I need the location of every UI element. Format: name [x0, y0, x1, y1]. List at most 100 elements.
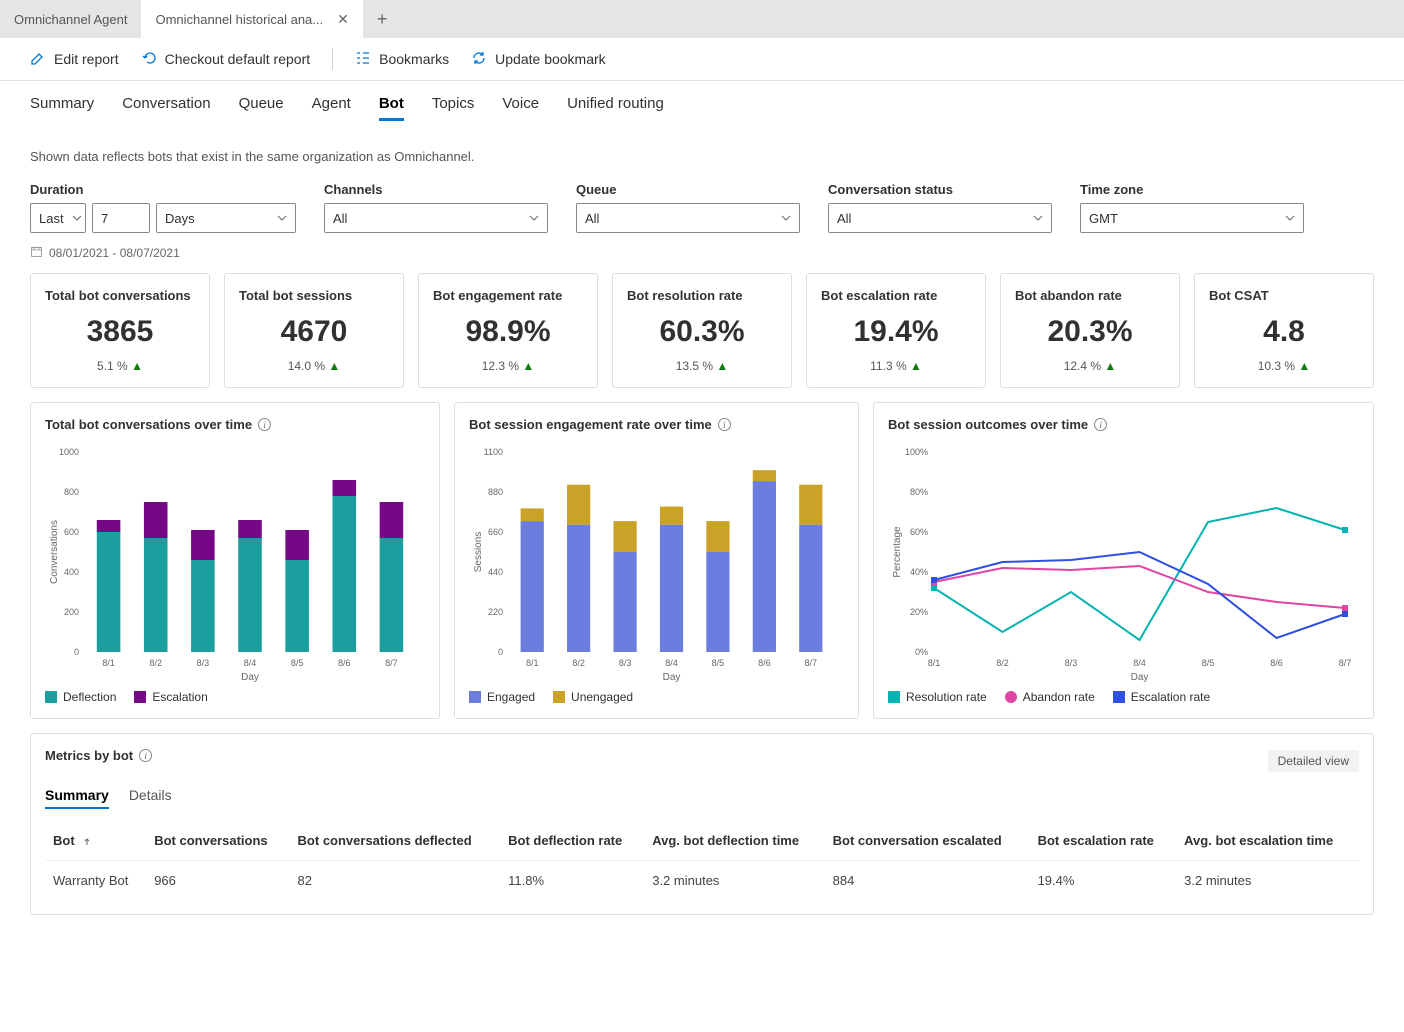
- kpi-card: Total bot sessions 4670 14.0 % ▲: [224, 273, 404, 388]
- chart-title: Bot session outcomes over time: [888, 417, 1088, 432]
- column-header[interactable]: Bot deflection rate: [500, 821, 644, 861]
- nav-conversation[interactable]: Conversation: [122, 95, 210, 121]
- kpi-delta: 12.3 % ▲: [433, 359, 583, 373]
- channels-select[interactable]: All: [324, 203, 548, 233]
- table-row[interactable]: Warranty Bot9668211.8%3.2 minutes88419.4…: [45, 861, 1359, 901]
- svg-text:8/6: 8/6: [338, 658, 351, 668]
- kpi-value: 19.4%: [821, 315, 971, 349]
- svg-text:1000: 1000: [59, 447, 79, 457]
- svg-text:8/5: 8/5: [1202, 658, 1215, 668]
- bookmark-list-icon: [355, 50, 371, 69]
- column-header[interactable]: Bot escalation rate: [1030, 821, 1177, 861]
- kpi-delta: 12.4 % ▲: [1015, 359, 1165, 373]
- chevron-down-icon: [529, 211, 539, 226]
- svg-text:8/3: 8/3: [197, 658, 210, 668]
- chart-title: Total bot conversations over time: [45, 417, 252, 432]
- status-select[interactable]: All: [828, 203, 1052, 233]
- charts-row: Total bot conversations over timei 02004…: [0, 388, 1404, 733]
- kpi-title: Bot escalation rate: [821, 288, 971, 303]
- nav-voice[interactable]: Voice: [502, 95, 539, 121]
- kpi-title: Bot engagement rate: [433, 288, 583, 303]
- update-bookmark-button[interactable]: Update bookmark: [471, 50, 606, 69]
- sort-asc-icon: [78, 833, 92, 848]
- info-icon[interactable]: i: [258, 418, 271, 431]
- svg-text:8/6: 8/6: [1270, 658, 1283, 668]
- kpi-delta: 10.3 % ▲: [1209, 359, 1359, 373]
- tab-active[interactable]: Omnichannel historical ana... ✕: [141, 0, 362, 38]
- nav-agent[interactable]: Agent: [312, 95, 351, 121]
- kpi-value: 60.3%: [627, 315, 777, 349]
- svg-text:8/1: 8/1: [102, 658, 115, 668]
- nav-topics[interactable]: Topics: [432, 95, 475, 121]
- kpi-title: Bot CSAT: [1209, 288, 1359, 303]
- refresh-icon: [471, 50, 487, 69]
- svg-text:660: 660: [488, 527, 503, 537]
- kpi-delta: 14.0 % ▲: [239, 359, 389, 373]
- duration-mode-select[interactable]: Last: [30, 203, 86, 233]
- svg-text:200: 200: [64, 607, 79, 617]
- column-header[interactable]: Avg. bot deflection time: [644, 821, 824, 861]
- queue-label: Queue: [576, 182, 800, 197]
- kpi-delta: 5.1 % ▲: [45, 359, 195, 373]
- chevron-down-icon: [1033, 211, 1043, 226]
- nav-queue[interactable]: Queue: [239, 95, 284, 121]
- column-header[interactable]: Bot conversations: [146, 821, 289, 861]
- trend-up-icon: ▲: [1104, 359, 1116, 373]
- kpi-delta: 13.5 % ▲: [627, 359, 777, 373]
- svg-text:8/5: 8/5: [291, 658, 304, 668]
- svg-text:20%: 20%: [910, 607, 928, 617]
- edit-report-button[interactable]: Edit report: [30, 50, 119, 69]
- info-icon[interactable]: i: [718, 418, 731, 431]
- duration-unit-select[interactable]: Days: [156, 203, 296, 233]
- tab-inactive[interactable]: Omnichannel Agent: [0, 0, 141, 38]
- nav-bot[interactable]: Bot: [379, 95, 404, 121]
- legend-item: Escalation: [134, 690, 207, 704]
- column-header[interactable]: Avg. bot escalation time: [1176, 821, 1359, 861]
- column-header[interactable]: Bot conversations deflected: [290, 821, 501, 861]
- kpi-title: Total bot conversations: [45, 288, 195, 303]
- svg-text:8/4: 8/4: [665, 658, 678, 668]
- kpi-card: Bot engagement rate 98.9% 12.3 % ▲: [418, 273, 598, 388]
- queue-select[interactable]: All: [576, 203, 800, 233]
- bookmarks-button[interactable]: Bookmarks: [355, 50, 449, 69]
- table-tab-details[interactable]: Details: [129, 787, 172, 809]
- close-icon[interactable]: ✕: [337, 11, 349, 28]
- kpi-card: Bot CSAT 4.8 10.3 % ▲: [1194, 273, 1374, 388]
- checkout-report-button[interactable]: Checkout default report: [141, 50, 311, 69]
- svg-text:8/2: 8/2: [996, 658, 1009, 668]
- svg-text:Conversations: Conversations: [49, 520, 60, 584]
- table-tab-summary[interactable]: Summary: [45, 787, 109, 809]
- info-text: Shown data reflects bots that exist in t…: [0, 127, 1404, 174]
- column-header[interactable]: Bot conversation escalated: [825, 821, 1030, 861]
- kpi-card: Bot resolution rate 60.3% 13.5 % ▲: [612, 273, 792, 388]
- svg-text:8/5: 8/5: [712, 658, 725, 668]
- svg-text:Day: Day: [663, 672, 681, 682]
- timezone-select[interactable]: GMT: [1080, 203, 1304, 233]
- kpi-value: 4.8: [1209, 315, 1359, 349]
- status-label: Conversation status: [828, 182, 1052, 197]
- filters: Duration Last 7 Days Channels All Queue …: [0, 174, 1404, 239]
- svg-text:Percentage: Percentage: [892, 526, 903, 578]
- trend-up-icon: ▲: [716, 359, 728, 373]
- svg-text:8/2: 8/2: [572, 658, 585, 668]
- nav-summary[interactable]: Summary: [30, 95, 94, 121]
- new-tab-button[interactable]: +: [363, 0, 402, 38]
- trend-up-icon: ▲: [1298, 359, 1310, 373]
- info-icon[interactable]: i: [139, 749, 152, 762]
- pencil-icon: [30, 50, 46, 69]
- svg-text:Day: Day: [241, 672, 259, 682]
- trend-up-icon: ▲: [131, 359, 143, 373]
- duration-value-input[interactable]: 7: [92, 203, 150, 233]
- svg-text:440: 440: [488, 567, 503, 577]
- detailed-view-button[interactable]: Detailed view: [1268, 750, 1359, 772]
- chart-engagement: Bot session engagement rate over timei 0…: [454, 402, 859, 719]
- svg-text:800: 800: [64, 487, 79, 497]
- column-header[interactable]: Bot: [45, 821, 146, 861]
- info-icon[interactable]: i: [1094, 418, 1107, 431]
- svg-text:220: 220: [488, 607, 503, 617]
- nav-unified-routing[interactable]: Unified routing: [567, 95, 664, 121]
- svg-text:8/4: 8/4: [1133, 658, 1146, 668]
- chevron-down-icon: [72, 211, 82, 226]
- metrics-table: Bot Bot conversationsBot conversations d…: [45, 821, 1359, 900]
- svg-text:880: 880: [488, 487, 503, 497]
